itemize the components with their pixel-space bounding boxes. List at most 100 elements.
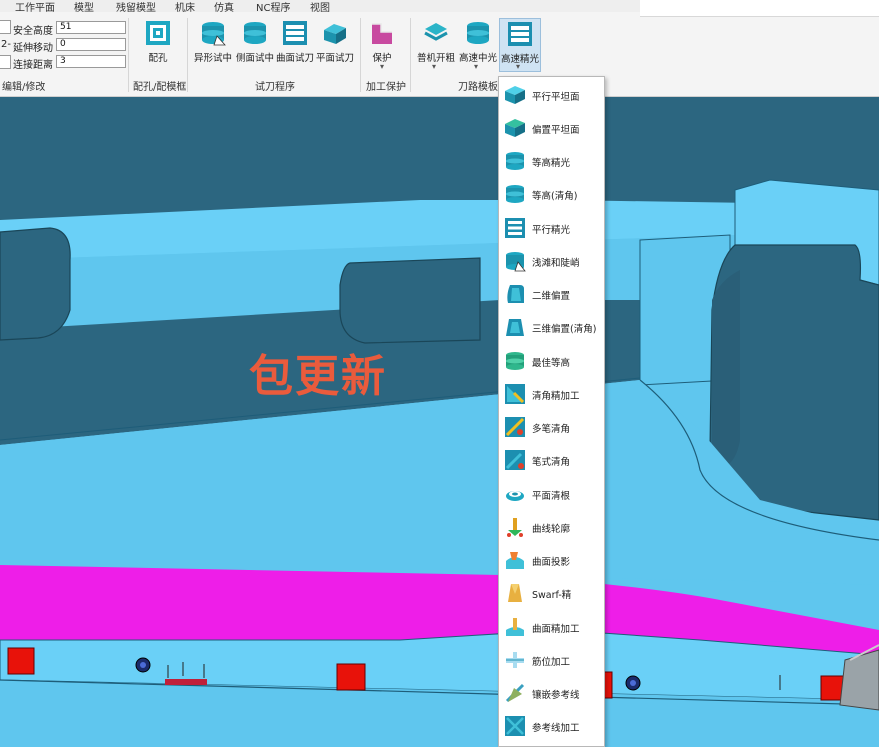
model-render [0, 97, 879, 745]
dropdown-item-swarf[interactable]: Swarf-精 [499, 577, 604, 610]
group-edit-label: 编辑/修改 [2, 82, 46, 93]
3d-viewport[interactable] [0, 97, 879, 745]
dropdown-item-corner-finish[interactable]: 清角精加工 [499, 378, 604, 411]
menu-model[interactable]: 模型 [74, 0, 94, 14]
hole-icon [146, 21, 170, 45]
rough-icon [424, 23, 448, 41]
connect-dist-input[interactable]: 3 [56, 55, 126, 68]
dropdown-item-label: 二维偏置 [532, 291, 571, 302]
dropdown-item-label: 最佳等高 [532, 358, 571, 369]
group-divider [187, 18, 188, 92]
dropdown-item-flat-rest[interactable]: 平面清根 [499, 478, 604, 511]
hole-label: 配孔 [148, 53, 168, 64]
side-test-icon [244, 22, 266, 44]
menu-stock-model[interactable]: 残留模型 [116, 0, 156, 14]
connect-dist-label: 连接距离 [13, 60, 53, 71]
optimized-z-icon [506, 352, 524, 370]
dropdown-item-label: 清角精加工 [532, 391, 580, 402]
group-protect-label: 加工保护 [366, 82, 406, 93]
finish-template-dropdown: 平行平坦面 偏置平坦面 等高精光 等高(清角) 平行精光 浅滩和陡峭 二维偏置 … [498, 76, 605, 747]
dropdown-item-label: 笔式清角 [532, 457, 571, 468]
embedded-ref-icon [505, 683, 525, 703]
dropdown-item-label: 筋位加工 [532, 657, 571, 668]
dropdown-item-label: 三维偏置(清角) [532, 324, 597, 335]
hs-mid-icon [467, 22, 489, 44]
group-template-label: 刀路模板 [458, 82, 498, 93]
shallow-steep-icon [506, 252, 526, 272]
dropdown-item-label: Swarf-精 [532, 590, 572, 601]
extend-move-input[interactable]: 0 [56, 38, 126, 51]
dropdown-item-label: 平面清根 [532, 491, 571, 502]
menu-simulation[interactable]: 仿真 [214, 0, 234, 14]
2d-offset-icon [507, 285, 524, 303]
dropdown-item-label: 浅滩和陡峭 [532, 258, 580, 269]
dropdown-item-label: 平行精光 [532, 225, 571, 236]
surface-test-icon [283, 21, 307, 45]
hs-finish-icon [508, 22, 532, 46]
plane-test-label: 平面试刀 [315, 53, 354, 64]
dropdown-item-label: 曲线轮廓 [532, 524, 571, 535]
dropdown-item-surface-projection[interactable]: 曲面投影 [499, 544, 604, 577]
rough-dropdown-arrow[interactable]: ▾ [432, 62, 436, 71]
dropdown-item-label: 曲面投影 [532, 557, 571, 568]
edit-box[interactable] [0, 55, 11, 69]
plane-test-button[interactable]: 平面试刀 [315, 18, 355, 70]
hs-finish-dropdown-arrow[interactable]: ▾ [516, 62, 520, 71]
constant-z-corner-icon [506, 185, 524, 203]
dropdown-item-label: 平行平坦面 [532, 92, 580, 103]
menu-bar: 工作平面 模型 残留模型 机床 仿真 NC程序 视图 [0, 0, 640, 14]
plane-test-icon [324, 24, 346, 44]
irregular-test-button[interactable]: 异形试中 [192, 18, 234, 70]
menu-nc-program[interactable]: NC程序 [256, 0, 290, 14]
dropdown-item-constant-z-corner[interactable]: 等高(清角) [499, 178, 604, 211]
extend-move-label: 延伸移动 [13, 43, 53, 54]
surface-finish-icon [506, 618, 524, 636]
surface-test-label: 曲面试刀 [276, 53, 315, 64]
parallel-finish-icon [505, 218, 525, 238]
menu-workplane[interactable]: 工作平面 [15, 0, 55, 14]
dropdown-item-ref-line[interactable]: 参考线加工 [499, 710, 604, 743]
safe-height-label: 安全高度 [13, 26, 53, 37]
surface-projection-icon [506, 552, 524, 569]
dropdown-item-constant-z[interactable]: 等高精光 [499, 145, 604, 178]
dropdown-item-label: 偏置平坦面 [532, 125, 580, 136]
offset-flat-icon [505, 119, 525, 137]
swarf-icon [508, 584, 522, 602]
menu-machine[interactable]: 机床 [175, 0, 195, 14]
dropdown-item-label: 等高(清角) [532, 191, 578, 202]
constant-z-icon [506, 152, 524, 170]
rib-icon [506, 652, 524, 668]
surface-test-button[interactable]: 曲面试刀 [276, 18, 314, 70]
dropdown-item-2d-offset[interactable]: 二维偏置 [499, 278, 604, 311]
watermark-text: 包更新 [249, 351, 387, 402]
hs-mid-dropdown-arrow[interactable]: ▾ [474, 62, 478, 71]
title-area [640, 0, 879, 17]
group-divider [128, 18, 129, 92]
dropdown-item-3d-offset[interactable]: 三维偏置(清角) [499, 311, 604, 344]
group-divider [410, 18, 411, 92]
dropdown-item-optimized-z[interactable]: 最佳等高 [499, 345, 604, 378]
safe-height-input[interactable]: 51 [56, 21, 126, 34]
side-test-label: 侧面试中 [235, 53, 274, 64]
dropdown-item-multi-pencil[interactable]: 多笔清角 [499, 411, 604, 444]
irregular-test-label: 异形试中 [193, 53, 232, 64]
hole-button[interactable]: 配孔 [140, 18, 176, 70]
dropdown-item-label: 多笔清角 [532, 424, 571, 435]
side-test-button[interactable]: 侧面试中 [235, 18, 275, 70]
protect-dropdown-arrow[interactable]: ▾ [380, 62, 384, 71]
param-side-text: 2- [1, 39, 11, 50]
dropdown-item-curve-profile[interactable]: 曲线轮廓 [499, 511, 604, 544]
dropdown-item-parallel-finish[interactable]: 平行精光 [499, 212, 604, 245]
dropdown-item-pencil-corner[interactable]: 笔式清角 [499, 444, 604, 477]
dropdown-item-embedded-ref[interactable]: 镶嵌参考线 [499, 677, 604, 710]
dropdown-item-surface-finish[interactable]: 曲面精加工 [499, 611, 604, 644]
dropdown-item-shallow-steep[interactable]: 浅滩和陡峭 [499, 245, 604, 278]
dropdown-item-parallel-flat[interactable]: 平行平坦面 [499, 79, 604, 112]
dropdown-item-offset-flat[interactable]: 偏置平坦面 [499, 112, 604, 145]
ribbon-toolbar: 工作平面 模型 残留模型 机床 仿真 NC程序 视图 2- 安全高度 51 延伸… [0, 0, 879, 97]
menu-view[interactable]: 视图 [310, 0, 330, 14]
parallel-flat-icon [505, 86, 525, 104]
edit-box[interactable] [0, 20, 11, 34]
dropdown-item-rib[interactable]: 筋位加工 [499, 644, 604, 677]
ref-line-icon [505, 716, 525, 736]
